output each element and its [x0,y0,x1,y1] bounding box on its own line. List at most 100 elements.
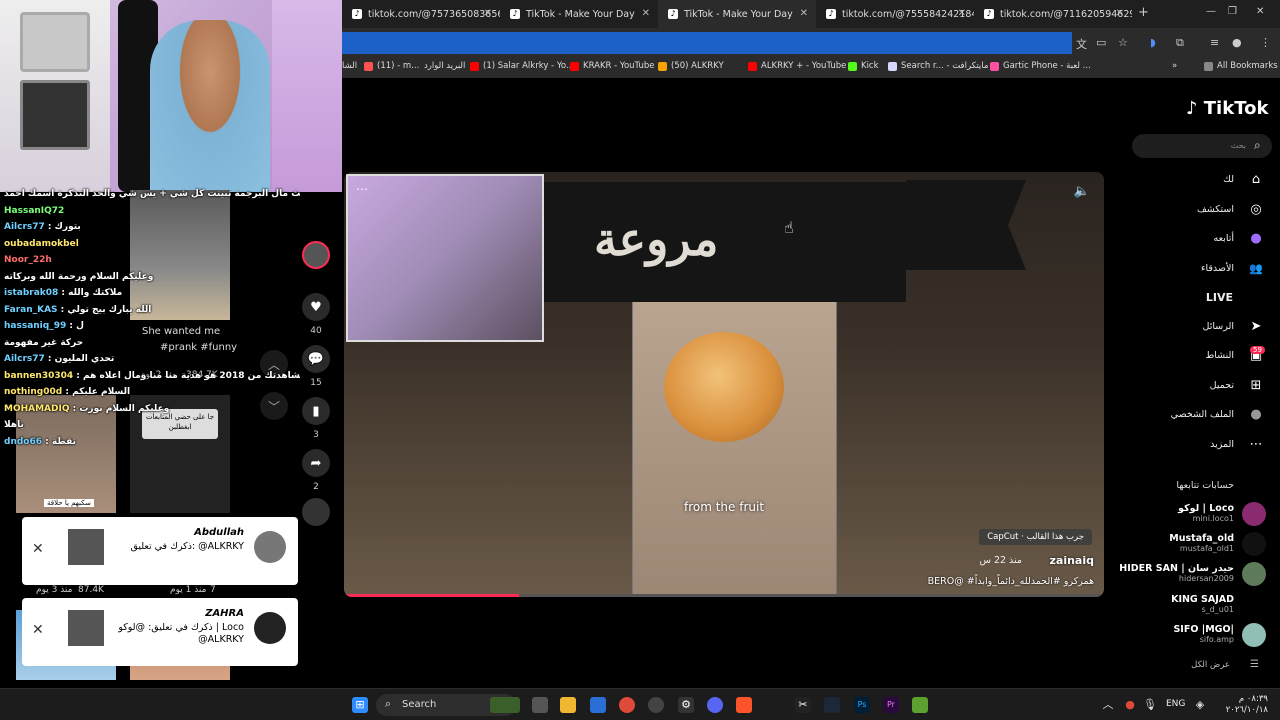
nav-profile[interactable]: الملف الشخصي [1171,409,1234,420]
menu-icon[interactable]: ⋮ [1260,36,1271,49]
media-icon[interactable]: ≡ [1210,36,1219,49]
close-tab-icon[interactable]: ✕ [800,8,808,19]
profile-icon[interactable]: ● [1232,36,1242,49]
task-view-icon[interactable] [532,697,548,713]
account-avatar[interactable] [1242,502,1266,526]
tiktok-logo[interactable]: ♪ TikTok [1186,98,1268,119]
weather-widget-icon[interactable] [490,697,520,713]
comment-button[interactable]: 💬 [302,345,330,373]
following-account[interactable]: HIDER SAN | حيدر سان hidersan2009 [1119,563,1234,583]
nav-for-you[interactable]: لك [1223,174,1234,185]
chevron-up-icon[interactable]: ︿ [1100,697,1116,713]
bookmark[interactable]: KRAKR - YouTube [570,61,654,71]
star-icon[interactable]: ☆ [1118,36,1128,49]
nav-following[interactable]: أتابعه [1214,233,1235,244]
browser-tab-active[interactable]: ♪ TikTok - Make Your Day ✕ [658,0,816,28]
following-account[interactable]: KING SAJAD s_d_u01 [1171,594,1234,614]
like-button[interactable]: ♥ [302,293,330,321]
bookmark[interactable]: (1) Salar Alkrky - Yo... [470,61,574,71]
close-icon[interactable]: ✕ [32,541,44,557]
taskbar-clock[interactable]: ٠٨:٣٩ م ٢٠٢٦/١٠/١٨ [1214,694,1268,716]
windows-start-icon[interactable]: ⊞ [352,697,368,713]
more-icon[interactable]: ⋯ [1248,437,1264,453]
translate-icon[interactable]: 文 [1076,36,1087,52]
account-avatar[interactable] [1242,562,1266,586]
premiere-icon[interactable]: Pr [883,697,899,713]
minecraft-icon[interactable] [912,697,928,713]
microphone-icon[interactable]: 🎙 [1142,697,1158,713]
bookmark[interactable]: (50) ALKRKY [658,61,724,71]
profile-icon[interactable]: ● [1248,407,1264,423]
address-bar[interactable] [342,32,1072,54]
close-window-icon[interactable]: ✕ [1256,6,1264,17]
close-tab-icon[interactable]: ✕ [484,8,492,19]
following-account[interactable]: Mustafa_old mustafa_old1 [1169,533,1234,553]
close-icon[interactable]: ✕ [32,622,44,638]
bookmark[interactable]: Search r... - مايتكرافت [888,61,988,71]
new-tab-button[interactable]: + [1138,5,1149,20]
puzzle-icon[interactable]: ⧉ [1176,36,1184,50]
following-account[interactable]: لوكو | Loco mini.loco1 [1178,503,1234,523]
bookmark[interactable]: الشا [342,61,357,71]
cast-icon[interactable]: ▭ [1096,36,1106,49]
upload-icon[interactable]: ⊞ [1248,378,1264,394]
settings-icon[interactable]: ⚙ [678,697,694,713]
obs-icon[interactable] [648,697,664,713]
browser-tab[interactable]: ♪tiktok.com/@71162059462971...✕ [974,0,1132,28]
close-tab-icon[interactable]: ✕ [642,8,650,19]
steam-icon[interactable] [824,697,840,713]
capcut-template-button[interactable]: CapCut · جرب هذا القالب [979,529,1092,545]
video-player[interactable]: مروعة ⋯ 🔈 from the fruit CapCut · جرب هذ… [344,172,1104,597]
tray-app-icon[interactable]: ● [1122,697,1138,713]
nav-more[interactable]: المزيد [1210,439,1234,450]
nav-live[interactable]: LIVE [1206,291,1233,304]
send-icon[interactable]: ➤ [1248,319,1264,335]
browser-tab[interactable]: ♪ TikTok - Make Your Day ✕ [500,0,658,28]
avatar-icon[interactable]: ● [1248,231,1264,247]
friends-icon[interactable]: 👥 [1248,261,1264,277]
nav-friends[interactable]: الأصدقاء [1201,263,1234,274]
search-input[interactable]: بحث [1132,134,1272,158]
music-disc[interactable] [302,498,330,526]
brave-icon[interactable] [736,697,752,713]
search-icon[interactable]: ⌕ [1254,138,1261,153]
see-all-link[interactable]: عرض الكل [1191,660,1230,670]
bookmark[interactable]: (11) - m... [364,61,419,71]
bookmark[interactable]: Gartic Phone - لعبة ... [990,61,1091,71]
account-avatar[interactable] [1242,532,1266,556]
all-bookmarks[interactable]: All Bookmarks [1204,61,1278,71]
discord-icon[interactable] [707,697,723,713]
share-button[interactable]: ➦ [302,449,330,477]
close-tab-icon[interactable]: ✕ [1116,8,1124,19]
chrome-icon[interactable] [619,697,635,713]
author-avatar[interactable] [302,241,330,269]
account-avatar[interactable] [1242,593,1266,617]
save-button[interactable]: ▮ [302,397,330,425]
volume-icon[interactable]: 🔈 [1074,184,1090,199]
bookmark[interactable]: ALKRKY + - YouTube [748,61,846,71]
bookmark[interactable]: Kick [848,61,879,71]
home-icon[interactable]: ⌂ [1248,172,1264,188]
language-indicator[interactable]: ENG [1166,699,1185,709]
following-account[interactable]: SIFO |MGO| sifo.amp [1173,624,1234,644]
store-icon[interactable] [590,697,606,713]
video-progress-bar[interactable] [344,594,1104,597]
nav-explore[interactable]: استكشف [1197,204,1234,215]
more-options-icon[interactable]: ⋯ [356,182,368,196]
extension-icon[interactable]: ◗ [1150,36,1156,49]
restore-icon[interactable]: ❐ [1228,6,1237,17]
bookmarks-overflow-icon[interactable]: » [1172,61,1177,71]
mention-notification[interactable]: ✕ Abdullah ذكرك في تعليق: @ALKRKY [22,517,298,585]
close-tab-icon[interactable]: ✕ [958,8,966,19]
account-avatar[interactable] [1242,623,1266,647]
capcut-icon[interactable]: ✂ [795,697,811,713]
mention-notification[interactable]: ✕ ZAHRA ذكرك في تعليق: @لوكو | Loco @ALK… [22,598,298,666]
nav-activity[interactable]: النشاط [1205,350,1234,361]
bookmark[interactable]: البريد الوارد [424,61,465,71]
nav-messages[interactable]: الرسائل [1203,321,1234,332]
browser-tab[interactable]: ♪tiktok.com/@7573650836565...✕ [342,0,500,28]
network-icon[interactable]: ◈ [1192,697,1208,713]
minimize-icon[interactable]: — [1206,6,1216,17]
file-explorer-icon[interactable] [560,697,576,713]
nav-upload[interactable]: تحميل [1210,380,1234,391]
